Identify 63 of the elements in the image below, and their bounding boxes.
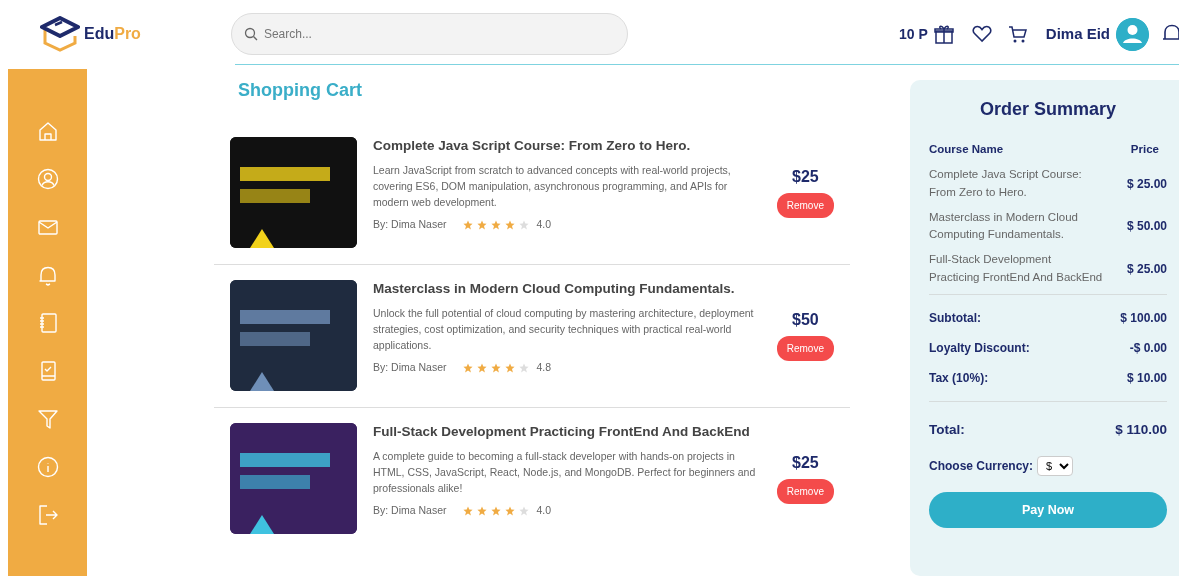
course-title[interactable]: Complete Java Script Course: From Zero to Hero. (373, 136, 763, 156)
total-row-value: $ 10.00 (1126, 369, 1167, 387)
currency-label: Choose Currency: (929, 458, 1034, 475)
course-description: A complete guide to becoming a full-stack developer with hands-on projects in HTML, CSS, JavaScript, React, Node.js, and MongoDB. Perfect for beginners and professionals alike! (373, 449, 757, 496)
heart-icon[interactable] (971, 25, 992, 43)
summary-price: $ 50.00 (1126, 218, 1167, 235)
total-row-label: Subtotal: (929, 309, 981, 327)
rating-value: 4.0 (536, 502, 552, 518)
total-value: $ 110.00 (1115, 420, 1167, 439)
column-header: Course Name (929, 142, 1004, 157)
summary-course-name: Masterclass in Modern Cloud Computing Fundamentals. (929, 209, 1079, 242)
total-row-value: $ 100.00 (1120, 309, 1167, 327)
course-description: Learn JavaScript from scratch to advanced concepts with real-world projects, covering ES6, DOM manipulation, asynchronous programming, and APIs for modern web development. (373, 163, 732, 210)
points-count: 10 P (899, 24, 928, 44)
summary-price: $ 25.00 (1126, 175, 1167, 193)
column-header: Price (1130, 142, 1159, 157)
avatar-icon[interactable] (1116, 17, 1149, 51)
user-name[interactable]: Dima Eid (1045, 22, 1110, 46)
star-icon (490, 362, 501, 373)
total-row-label: Tax (10%): (929, 369, 989, 387)
course-title[interactable]: Full-Stack Development Practicing FrontEnd And BackEnd (373, 422, 763, 442)
course-author: By: Dima Naser (373, 502, 447, 518)
summary-price: $ 25.00 (1126, 260, 1167, 278)
page-title: Shopping Cart (238, 80, 363, 102)
logo-icon (40, 16, 80, 52)
remove-button[interactable]: Remove (776, 335, 834, 361)
star-icon (504, 362, 515, 373)
star-icon (504, 219, 515, 230)
summary-course-name: Full-Stack Development Practicing FrontEnd And BackEnd (929, 252, 1104, 285)
rating-value: 4.8 (536, 359, 552, 375)
cart-icon[interactable] (1007, 24, 1028, 44)
gift-icon[interactable] (933, 24, 954, 44)
course-title[interactable]: Masterclass in Modern Cloud Computing Fundamentals. (373, 279, 763, 299)
star-icon (518, 505, 529, 516)
star-icon (462, 505, 473, 516)
course-author: By: Dima Naser (373, 216, 447, 232)
course-price: $25 (792, 166, 819, 187)
rating-value: 4.0 (536, 216, 552, 232)
star-icon (504, 505, 515, 516)
star-icon (476, 219, 487, 230)
remove-button[interactable]: Remove (776, 192, 834, 218)
summary-title: Order Summary (978, 98, 1118, 121)
course-description: Unlock the full potential of cloud computing by mastering architecture, deployment strategies, cost optimization, and security techniques with practical real-world applications. (373, 306, 755, 353)
star-icon (476, 362, 487, 373)
star-icon (476, 505, 487, 516)
total-label: Total: (929, 420, 965, 439)
star-icon (518, 362, 529, 373)
star-icon (490, 505, 501, 516)
remove-button[interactable]: Remove (776, 478, 834, 504)
course-price: $25 (792, 452, 819, 473)
total-row-label: Loyalty Discount: (929, 339, 1030, 357)
course-price: $50 (792, 309, 819, 330)
total-row-value: -$ 0.00 (1129, 339, 1167, 357)
search-field[interactable]: Search... (230, 13, 628, 55)
star-icon (518, 219, 529, 230)
star-icon (462, 219, 473, 230)
course-author: By: Dima Naser (373, 359, 447, 375)
summary-course-name: Complete Java Script Course: From Zero to Hero. (929, 167, 1083, 200)
star-icon (462, 362, 473, 373)
currency-select[interactable]: $ (1037, 456, 1074, 476)
star-icon (490, 219, 501, 230)
search-icon (243, 27, 258, 41)
logo-text: EduPro (84, 24, 141, 44)
